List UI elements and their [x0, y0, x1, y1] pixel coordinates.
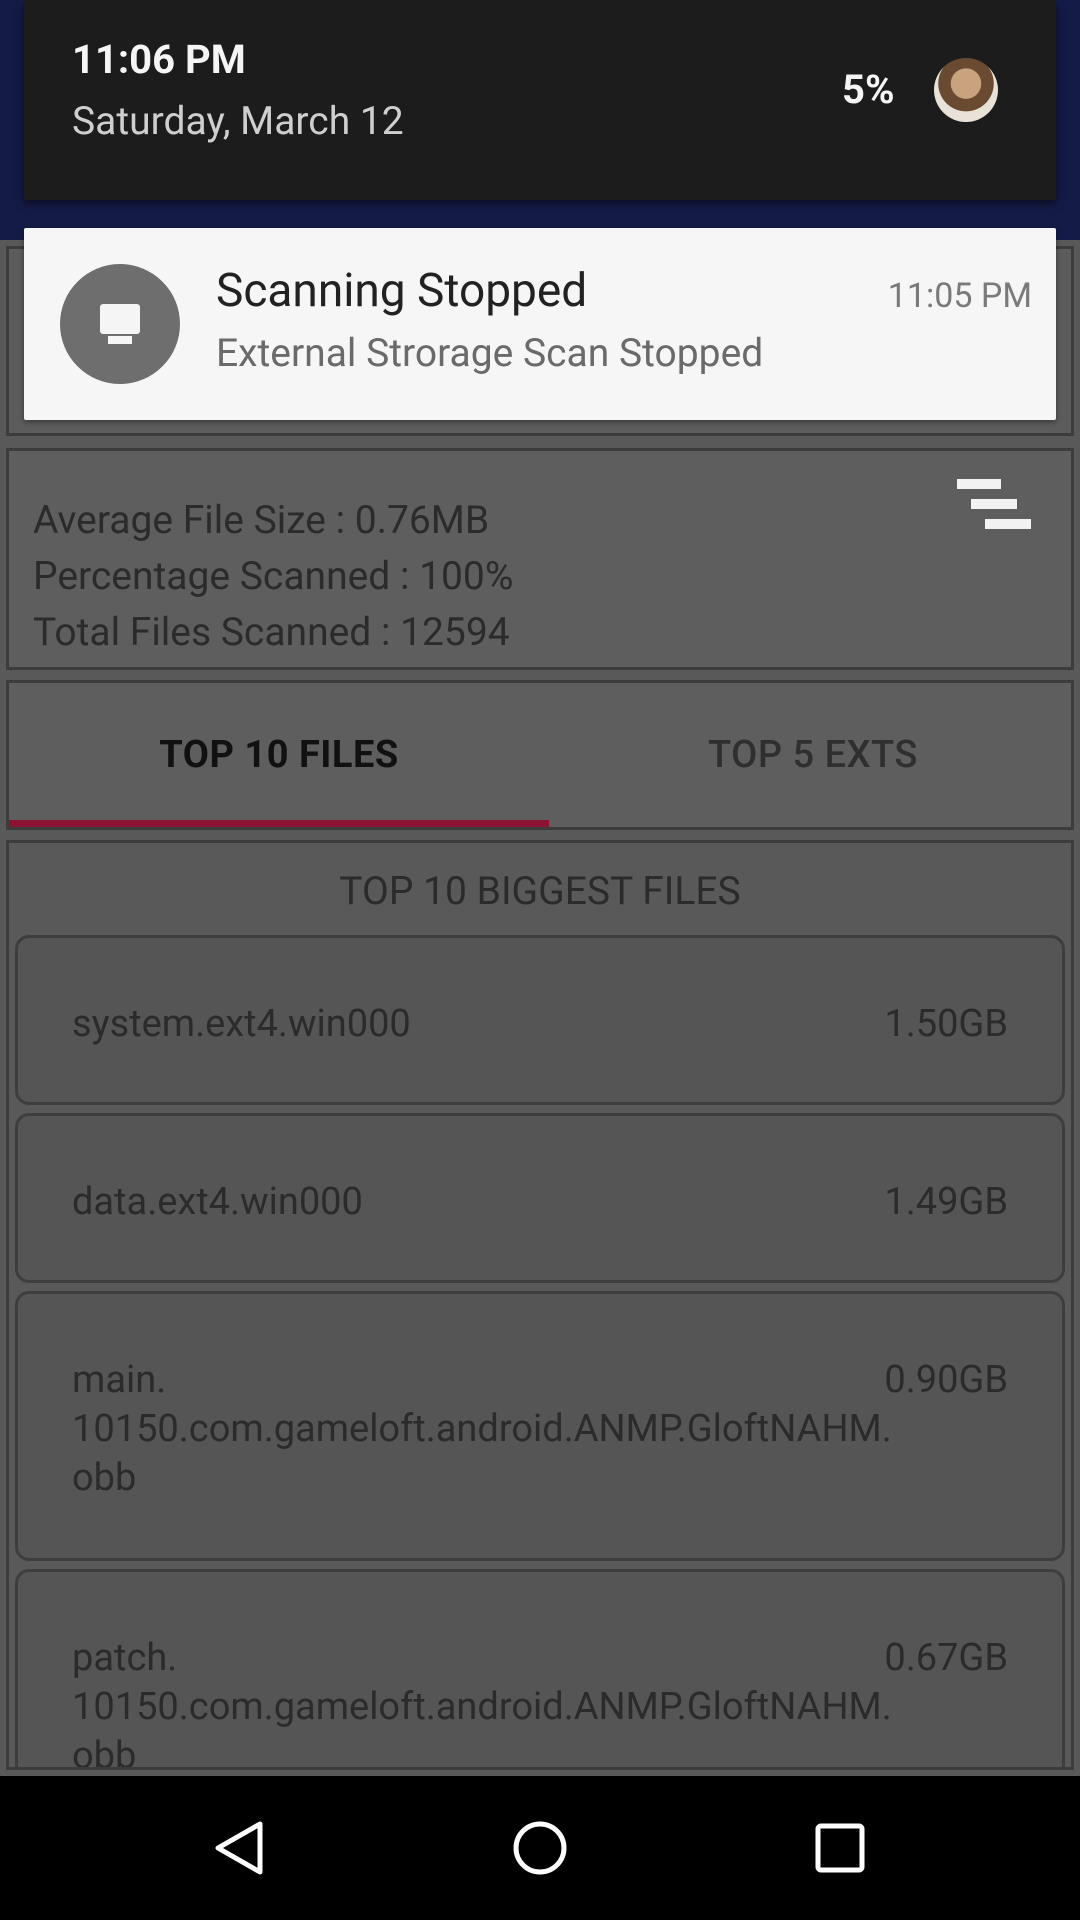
tab-label: TOP 5 EXTS — [708, 733, 918, 777]
back-icon — [215, 1821, 263, 1875]
tab-label: TOP 10 FILES — [159, 733, 399, 777]
recents-button[interactable] — [780, 1776, 900, 1920]
notification-title: Scanning Stopped — [216, 264, 588, 318]
navigation-bar — [0, 1776, 1080, 1920]
tab-top-5-exts[interactable]: TOP 5 EXTS — [543, 683, 1080, 827]
file-list-item[interactable]: patch. 10150.com.gameloft.android.ANMP.G… — [15, 1569, 1065, 1770]
average-file-size: Average File Size : 0.76MB — [33, 497, 490, 543]
sort-menu-icon[interactable] — [957, 479, 1031, 535]
notification-text: External Strorage Scan Stopped — [216, 330, 764, 376]
active-tab-indicator — [9, 820, 549, 827]
file-size: 0.90GB — [884, 1358, 1008, 1402]
tab-bar: TOP 10 FILES TOP 5 EXTS — [6, 680, 1074, 830]
stats-card: Average File Size : 0.76MB Percentage Sc… — [6, 448, 1074, 670]
file-name: system.ext4.win000 — [72, 1002, 411, 1046]
file-size: 1.50GB — [884, 1002, 1008, 1046]
total-files-scanned: Total Files Scanned : 12594 — [33, 609, 510, 655]
file-list-item[interactable]: main. 10150.com.gameloft.android.ANMP.Gl… — [15, 1291, 1065, 1561]
list-title: TOP 10 BIGGEST FILES — [339, 867, 741, 914]
clock: 11:06 PM — [72, 36, 246, 83]
file-size: 0.67GB — [884, 1636, 1008, 1680]
home-button[interactable] — [480, 1776, 600, 1920]
scan-notification[interactable]: Scanning Stopped External Strorage Scan … — [24, 228, 1056, 420]
file-list-item[interactable]: data.ext4.win000 1.49GB — [15, 1113, 1065, 1283]
biggest-files-list: TOP 10 BIGGEST FILES system.ext4.win000 … — [6, 840, 1074, 1770]
date: Saturday, March 12 — [72, 98, 404, 144]
file-name: data.ext4.win000 — [72, 1180, 363, 1224]
notification-time: 11:05 PM — [887, 276, 1032, 316]
recents-icon — [815, 1823, 865, 1873]
user-avatar[interactable] — [934, 58, 998, 122]
file-size: 1.49GB — [884, 1180, 1008, 1224]
back-button[interactable] — [180, 1776, 300, 1920]
monitor-icon — [60, 264, 180, 384]
battery-percentage: 5% — [842, 66, 895, 113]
file-list-item[interactable]: system.ext4.win000 1.50GB — [15, 935, 1065, 1105]
file-name: main. 10150.com.gameloft.android.ANMP.Gl… — [72, 1358, 892, 1500]
file-name: patch. 10150.com.gameloft.android.ANMP.G… — [72, 1636, 892, 1770]
percentage-scanned: Percentage Scanned : 100% — [33, 553, 514, 599]
notification-shade-header: 11:06 PM Saturday, March 12 5% — [24, 0, 1056, 200]
tab-top-10-files[interactable]: TOP 10 FILES — [9, 683, 549, 827]
home-icon — [513, 1821, 567, 1875]
